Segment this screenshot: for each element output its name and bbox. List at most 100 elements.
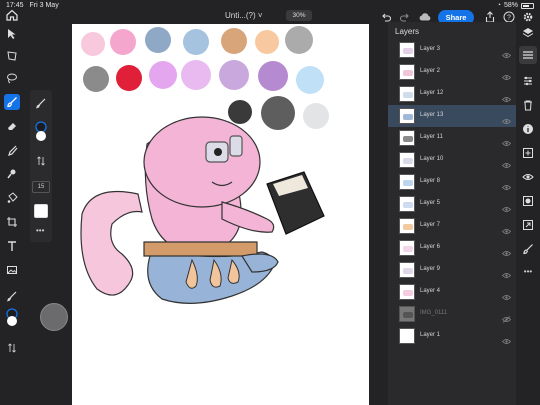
palette-swatch	[149, 61, 177, 89]
adjustments-icon[interactable]	[522, 74, 534, 86]
palette-swatch	[296, 66, 324, 94]
palette-swatch	[228, 100, 252, 124]
more-options-icon[interactable]: •••	[36, 226, 44, 235]
clip-layer-icon[interactable]	[522, 218, 534, 230]
export-icon[interactable]	[484, 10, 496, 23]
palette-swatch	[183, 29, 209, 55]
more-layer-options-icon[interactable]: •••	[522, 266, 534, 278]
palette-swatch	[261, 96, 295, 130]
brush-size-field[interactable]: 15	[32, 181, 50, 193]
home-icon[interactable]	[5, 8, 19, 22]
brush-tool-icon[interactable]	[4, 94, 20, 110]
eye-icon[interactable]	[501, 266, 512, 278]
layer-name: IMG_0111	[420, 310, 448, 316]
cloud-icon[interactable]	[418, 10, 431, 22]
move-tool-icon[interactable]	[4, 26, 20, 42]
help-icon[interactable]: ?	[503, 10, 515, 23]
flyout-color-icon[interactable]	[33, 120, 49, 149]
redo-icon[interactable]	[399, 10, 411, 22]
layers-panel-title: Layers	[395, 27, 420, 36]
eye-icon[interactable]	[501, 68, 512, 80]
crop-tool-icon[interactable]	[4, 214, 20, 230]
transform-tool-icon[interactable]	[4, 48, 20, 64]
app-window: 17:45 Fri 3 May ◔ 58% Unti...(?) ˅ 30% Sh…	[0, 0, 540, 405]
layer-name: Layer 1	[420, 332, 441, 338]
visibility-eye-icon[interactable]	[522, 170, 534, 182]
artwork-drawing	[80, 26, 329, 304]
layer-thumbnail	[399, 218, 415, 234]
layer-thumbnail	[399, 86, 415, 102]
layer-row[interactable]: Layer 8	[388, 171, 516, 193]
layer-row[interactable]: Layer 6	[388, 237, 516, 259]
layer-thumbnail-preview-icon	[403, 268, 413, 274]
paint-bucket-icon[interactable]	[4, 190, 20, 206]
smudge-tool-icon[interactable]	[4, 142, 20, 158]
info-icon[interactable]	[522, 122, 534, 134]
layer-row[interactable]: Layer 7	[388, 215, 516, 237]
eyedropper-tool-icon[interactable]	[4, 288, 20, 304]
clone-stamp-icon[interactable]	[4, 166, 20, 182]
layer-name: Layer 8	[420, 178, 441, 184]
layer-name: Layer 11	[420, 134, 443, 140]
eyedropper-icon[interactable]	[35, 96, 47, 114]
layer-thumbnail	[399, 64, 415, 80]
add-layer-icon[interactable]	[522, 146, 534, 158]
undo-icon[interactable]	[380, 10, 392, 22]
flyout-swap-icon[interactable]	[36, 154, 46, 172]
eye-icon[interactable]	[501, 222, 512, 234]
layer-row[interactable]: Layer 10	[388, 149, 516, 171]
layer-row[interactable]: Layer 9	[388, 259, 516, 281]
palette-swatch	[83, 66, 109, 92]
eye-icon[interactable]	[501, 90, 512, 102]
layer-brush-icon[interactable]	[522, 242, 534, 255]
layers-stack-icon[interactable]	[522, 26, 534, 38]
type-tool-icon[interactable]	[4, 238, 20, 254]
layer-row[interactable]: Layer 4	[388, 281, 516, 303]
eye-icon[interactable]	[501, 200, 512, 212]
color-swatches-icon[interactable]	[4, 308, 20, 326]
settings-gear-icon[interactable]	[522, 10, 534, 22]
eye-icon[interactable]	[501, 178, 512, 190]
layer-row[interactable]: Layer 3	[388, 39, 516, 61]
swap-colors-icon[interactable]	[4, 340, 20, 356]
layer-thumbnail-preview-icon	[403, 48, 413, 54]
eye-icon[interactable]	[501, 134, 512, 146]
tool-rail	[0, 22, 24, 405]
layer-thumbnail	[399, 262, 415, 278]
svg-text:?: ?	[507, 15, 511, 22]
eye-icon[interactable]	[501, 244, 512, 256]
lasso-tool-icon[interactable]	[4, 70, 20, 86]
layer-row[interactable]: Layer 13	[388, 105, 516, 127]
eye-hidden-icon[interactable]	[501, 310, 512, 323]
document-title[interactable]: Unti...(?) ˅	[225, 11, 263, 20]
layer-thumbnail	[399, 42, 415, 58]
eye-icon[interactable]	[501, 332, 512, 344]
palette-swatch	[221, 28, 247, 54]
layer-row[interactable]: IMG_0111	[388, 303, 516, 325]
mask-icon[interactable]	[522, 194, 534, 206]
layer-row[interactable]: Layer 1	[388, 325, 516, 347]
layers-panel: Layers Layer 3 Layer 2 Layer 12 Layer 13 Lay…	[388, 22, 516, 405]
eye-icon[interactable]	[501, 46, 512, 58]
layer-row[interactable]: Layer 12	[388, 83, 516, 105]
layer-thumbnail	[399, 174, 415, 190]
layer-properties-icon[interactable]	[519, 46, 537, 64]
eraser-tool-icon[interactable]	[4, 118, 20, 134]
artwork-canvas[interactable]	[72, 24, 369, 405]
delete-layer-icon[interactable]	[522, 98, 534, 111]
zoom-level[interactable]: 30%	[286, 10, 312, 21]
layer-thumbnail-preview-icon	[403, 290, 413, 296]
brush-preview-icon[interactable]	[34, 204, 48, 218]
eye-icon[interactable]	[501, 112, 512, 124]
image-place-icon[interactable]	[4, 262, 20, 278]
eye-icon[interactable]	[501, 288, 512, 300]
layer-row[interactable]: Layer 11	[388, 127, 516, 149]
touch-shortcut-button[interactable]	[40, 303, 68, 331]
layer-thumbnail	[399, 196, 415, 212]
eye-icon[interactable]	[501, 156, 512, 168]
palette-swatch	[219, 60, 249, 90]
layer-thumbnail	[399, 152, 415, 168]
layer-row[interactable]: Layer 2	[388, 61, 516, 83]
layer-row[interactable]: Layer 5	[388, 193, 516, 215]
layer-name: Layer 12	[420, 90, 444, 96]
